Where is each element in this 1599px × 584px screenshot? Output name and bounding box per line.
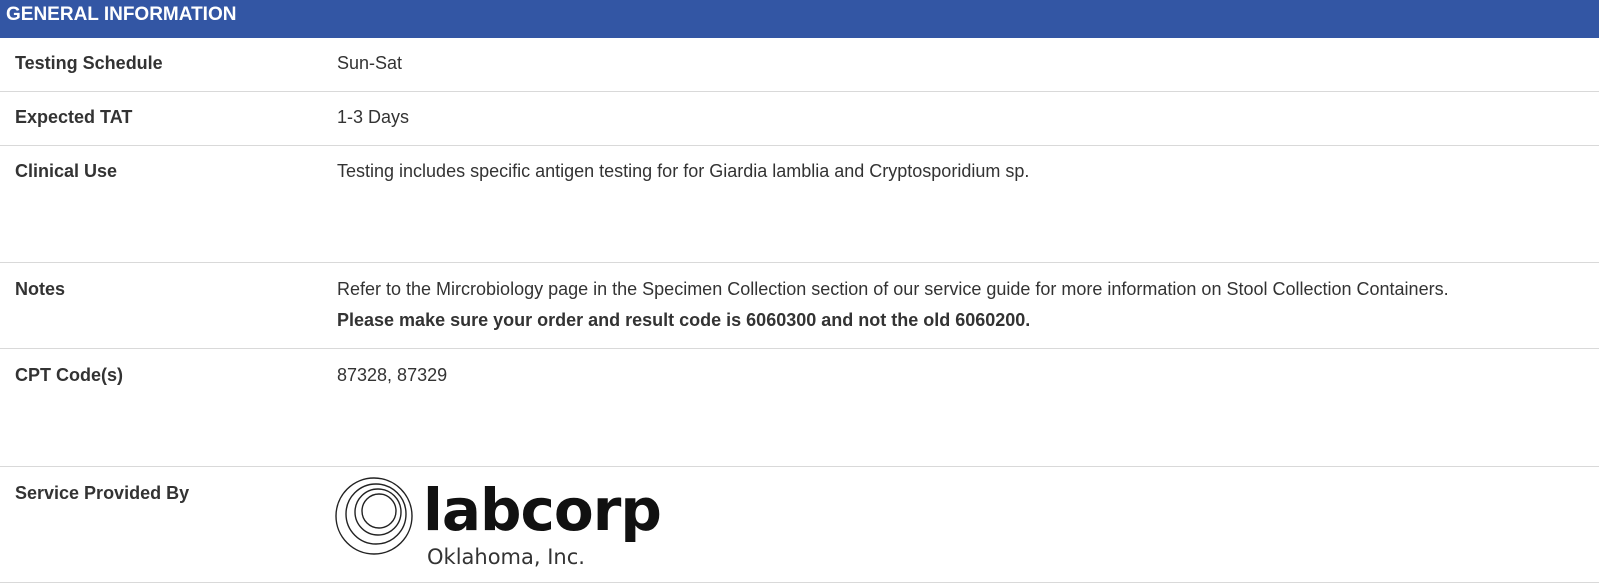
labcorp-rings-icon xyxy=(335,477,413,555)
section-header: GENERAL INFORMATION xyxy=(0,0,1599,38)
row-label: Expected TAT xyxy=(15,107,133,127)
info-row-cpt-codes: CPT Code(s) 87328, 87329 xyxy=(0,349,1599,467)
row-value: Sun-Sat xyxy=(337,53,403,73)
row-label: Clinical Use xyxy=(15,161,118,181)
section-title: GENERAL INFORMATION xyxy=(6,4,237,25)
info-row-notes: Notes Refer to the Mircrobiology page in… xyxy=(0,263,1599,349)
info-row-expected-tat: Expected TAT 1-3 Days xyxy=(0,92,1599,146)
labcorp-logo: labcorp Oklahoma, Inc. xyxy=(335,475,662,575)
row-value: 87328, 87329 xyxy=(337,365,448,385)
row-value: 1-3 Days xyxy=(337,107,410,127)
row-label: Service Provided By xyxy=(15,483,190,503)
info-row-clinical-use: Clinical Use Testing includes specific a… xyxy=(0,146,1599,263)
info-row-service-provider: Service Provided By labcorp Oklahoma, In… xyxy=(0,467,1599,583)
row-label: Testing Schedule xyxy=(15,53,163,73)
row-value: Testing includes specific antigen testin… xyxy=(337,161,1030,181)
notes-warning: Please make sure your order and result c… xyxy=(337,310,1031,330)
info-row-testing-schedule: Testing Schedule Sun-Sat xyxy=(0,38,1599,92)
row-label: Notes xyxy=(15,279,66,299)
row-value: Refer to the Mircrobiology page in the S… xyxy=(337,279,1449,331)
logo-subtitle: Oklahoma, Inc. xyxy=(427,545,585,569)
logo-wordmark: labcorp xyxy=(423,476,662,544)
row-label: CPT Code(s) xyxy=(15,365,123,385)
notes-text: Refer to the Mircrobiology page in the S… xyxy=(337,279,1449,299)
